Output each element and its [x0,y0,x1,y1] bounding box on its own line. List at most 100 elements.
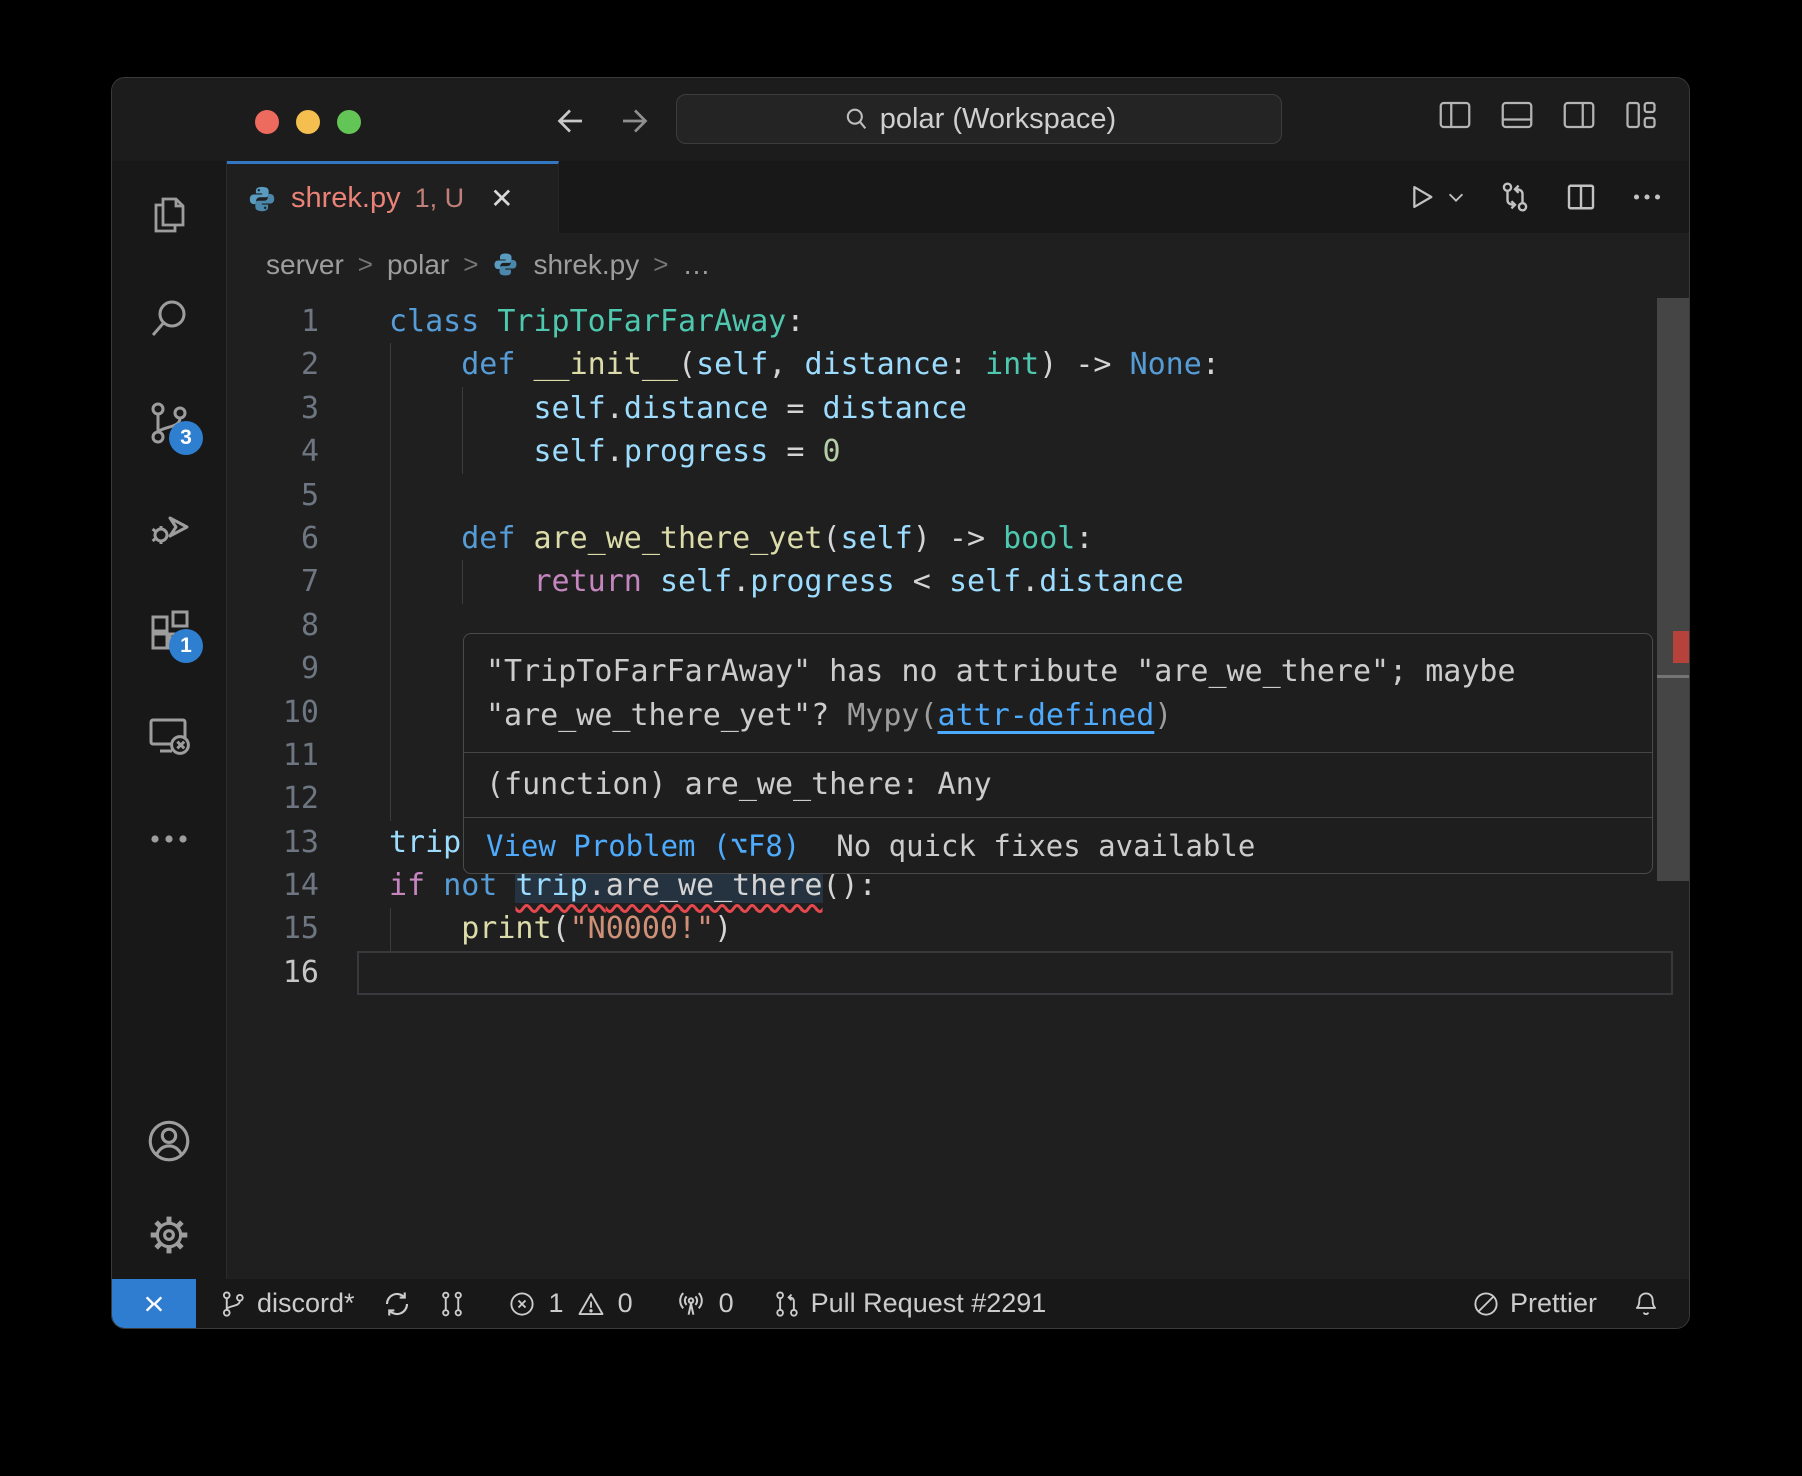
line-number: 12 [227,777,319,820]
settings-gear-icon[interactable] [143,1209,195,1261]
line-number: 1 [227,300,319,343]
breadcrumb-item-symbol[interactable]: … [682,249,710,281]
line-number: 11 [227,734,319,777]
code-line[interactable]: 15 print("N0000!") [227,907,1689,950]
sync-status-item[interactable] [381,1288,413,1320]
line-number: 5 [227,474,319,517]
source-control-icon[interactable]: 3 [143,397,195,449]
line-number: 8 [227,604,319,647]
extensions-badge: 1 [169,629,203,663]
line-number: 7 [227,560,319,603]
more-views-icon[interactable] [143,813,195,865]
radio-tower-icon [675,1288,707,1320]
line-number: 16 [227,951,319,994]
run-python-file-button[interactable] [1403,180,1467,214]
line-number: 13 [227,821,319,864]
line-number: 3 [227,387,319,430]
toggle-primary-sidebar-icon[interactable] [1437,98,1473,132]
error-count: 1 [549,1288,564,1319]
breadcrumb: server > polar > shrek.py > … [227,233,1689,296]
code-line[interactable]: 7 return self.progress < self.distance [227,560,1689,603]
branch-name: discord* [257,1288,355,1319]
run-debug-icon[interactable] [143,501,195,553]
error-circle-icon [507,1289,537,1319]
code-line[interactable]: 2 def __init__(self, distance: int) -> N… [227,343,1689,386]
activity-bar: 3 1 [112,161,227,1281]
close-window-button[interactable] [255,110,279,134]
navigate-back-button[interactable] [552,103,588,139]
split-editor-icon[interactable] [1563,179,1599,215]
line-number: 14 [227,864,319,907]
tab-label: shrek.py [291,182,401,215]
line-number: 9 [227,647,319,690]
code-line[interactable]: 5 [227,474,1689,517]
pull-request-label: Pull Request #2291 [811,1288,1047,1319]
remote-icon [138,1288,170,1320]
breadcrumb-separator: > [358,249,373,280]
sync-icon [381,1288,413,1320]
remote-indicator[interactable] [112,1279,196,1328]
ports-status-item[interactable]: 0 [675,1288,734,1320]
tab-shrek-py[interactable]: shrek.py 1, U ✕ [227,161,559,233]
minimize-window-button[interactable] [296,110,320,134]
accounts-icon[interactable] [143,1115,195,1167]
code-editor[interactable]: 1class TripToFarFarAway: 2 def __init__(… [227,296,1689,1281]
close-tab-icon[interactable]: ✕ [490,182,513,215]
more-actions-icon[interactable] [1629,179,1665,215]
open-changes-icon[interactable] [1497,179,1533,215]
zoom-window-button[interactable] [337,110,361,134]
ports-count: 0 [719,1288,734,1319]
symbol-signature: (function) are_we_there: Any [464,753,1652,818]
line-number: 6 [227,517,319,560]
toggle-secondary-sidebar-icon[interactable] [1561,98,1597,132]
problem-message: "TripToFarFarAway" has no attribute "are… [464,634,1652,753]
desktop-background: polar (Workspace) [0,0,1802,1476]
formatter-status-item[interactable]: Prettier [1471,1288,1597,1319]
branch-status-item[interactable]: discord* [218,1288,355,1319]
attr-defined-link[interactable]: attr-defined [938,698,1155,733]
code-line[interactable]: 3 self.distance = distance [227,387,1689,430]
breadcrumb-item-server[interactable]: server [266,249,344,281]
breadcrumb-separator: > [463,249,478,280]
warning-triangle-icon [576,1289,606,1319]
compare-changes-icon [437,1289,467,1319]
vscode-window: polar (Workspace) [111,77,1690,1329]
scrollbar-divider [1657,675,1689,678]
editor-group: shrek.py 1, U ✕ [227,161,1689,1281]
overview-ruler-error-mark [1673,631,1689,663]
code-line[interactable]: 16 [227,951,1689,994]
pull-request-status-item[interactable]: Pull Request #2291 [772,1288,1047,1319]
scrollbar-thumb[interactable] [1657,298,1689,881]
extensions-icon[interactable]: 1 [143,605,195,657]
command-center-search[interactable]: polar (Workspace) [676,94,1282,144]
breadcrumb-separator: > [653,249,668,280]
tab-problem-badge: 1, U [415,183,465,214]
pull-request-icon [772,1289,802,1319]
breadcrumb-item-file[interactable]: shrek.py [533,249,639,281]
view-problem-link[interactable]: View Problem (⌥F8) [486,829,800,863]
python-file-icon [492,251,519,278]
tab-bar: shrek.py 1, U ✕ [227,161,1689,233]
problems-status-item[interactable]: 1 0 [507,1288,633,1319]
explorer-icon[interactable] [143,189,195,241]
python-file-icon [247,184,277,214]
no-quick-fixes-label: No quick fixes available [836,829,1255,863]
breadcrumb-item-polar[interactable]: polar [387,249,449,281]
code-line[interactable]: 6 def are_we_there_yet(self) -> bool: [227,517,1689,560]
customize-layout-icon[interactable] [1623,98,1659,132]
notifications-status-item[interactable] [1631,1289,1661,1319]
title-bar: polar (Workspace) [112,78,1689,161]
navigate-forward-button[interactable] [617,103,653,139]
line-number: 2 [227,343,319,386]
code-line[interactable]: 1class TripToFarFarAway: [227,300,1689,343]
bell-icon [1631,1289,1661,1319]
compare-changes-status-item[interactable] [437,1289,467,1319]
search-view-icon[interactable] [143,293,195,345]
remote-explorer-icon[interactable] [143,709,195,761]
workspace-title: polar (Workspace) [880,103,1116,136]
toggle-panel-icon[interactable] [1499,98,1535,132]
hover-problem-widget: "TripToFarFarAway" has no attribute "are… [463,633,1653,874]
source-control-badge: 3 [169,421,203,455]
code-line[interactable]: 4 self.progress = 0 [227,430,1689,473]
line-number: 10 [227,691,319,734]
